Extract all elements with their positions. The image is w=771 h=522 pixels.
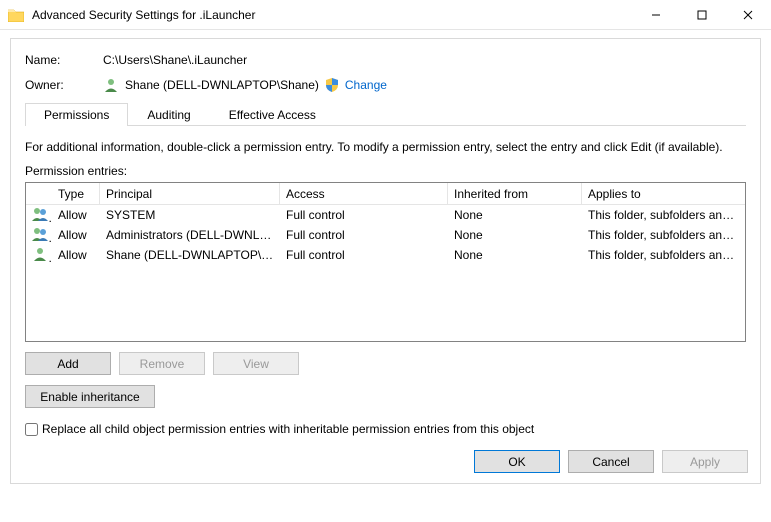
cell-principal: Shane (DELL-DWNLAPTOP\Sh... (100, 248, 280, 262)
titlebar: Advanced Security Settings for .iLaunche… (0, 0, 771, 30)
replace-child-checkbox[interactable] (25, 423, 38, 436)
dialog-body: Name: C:\Users\Shane\.iLauncher Owner: S… (10, 38, 761, 484)
cell-applies: This folder, subfolders and files (582, 228, 745, 242)
window-controls (633, 0, 771, 30)
folder-icon (8, 8, 24, 22)
add-button[interactable]: Add (25, 352, 111, 375)
cell-principal: SYSTEM (100, 208, 280, 222)
tab-permissions[interactable]: Permissions (25, 103, 128, 126)
cell-inherited: None (448, 248, 582, 262)
cell-type: Allow (52, 208, 100, 222)
info-text: For additional information, double-click… (25, 140, 746, 154)
grid-header: Type Principal Access Inherited from App… (26, 183, 745, 205)
table-row[interactable]: AllowSYSTEMFull controlNoneThis folder, … (26, 205, 745, 225)
col-applies[interactable]: Applies to (582, 183, 745, 204)
cell-principal: Administrators (DELL-DWNLA... (100, 228, 280, 242)
cell-inherited: None (448, 208, 582, 222)
group-icon (32, 206, 48, 222)
minimize-button[interactable] (633, 0, 679, 30)
apply-button: Apply (662, 450, 748, 473)
tabs: Permissions Auditing Effective Access (25, 103, 746, 126)
close-button[interactable] (725, 0, 771, 30)
table-row[interactable]: AllowAdministrators (DELL-DWNLA...Full c… (26, 225, 745, 245)
col-inherited[interactable]: Inherited from (448, 183, 582, 204)
name-label: Name: (25, 53, 103, 67)
replace-child-label[interactable]: Replace all child object permission entr… (42, 422, 534, 436)
cell-access: Full control (280, 208, 448, 222)
permission-entries-label: Permission entries: (25, 164, 746, 178)
cell-inherited: None (448, 228, 582, 242)
view-button: View (213, 352, 299, 375)
user-icon (32, 246, 48, 262)
ok-button[interactable]: OK (474, 450, 560, 473)
change-owner-link[interactable]: Change (345, 78, 387, 92)
cell-applies: This folder, subfolders and files (582, 248, 745, 262)
name-value: C:\Users\Shane\.iLauncher (103, 53, 247, 67)
remove-button: Remove (119, 352, 205, 375)
window-title: Advanced Security Settings for .iLaunche… (32, 8, 633, 22)
owner-value: Shane (DELL-DWNLAPTOP\Shane) (125, 78, 319, 92)
col-type[interactable]: Type (52, 183, 100, 204)
shield-icon (325, 78, 339, 92)
cell-access: Full control (280, 248, 448, 262)
user-icon (103, 77, 119, 93)
cell-type: Allow (52, 248, 100, 262)
maximize-button[interactable] (679, 0, 725, 30)
dialog-footer: OK Cancel Apply (474, 450, 748, 473)
col-principal[interactable]: Principal (100, 183, 280, 204)
cell-access: Full control (280, 228, 448, 242)
tab-effective-access[interactable]: Effective Access (210, 103, 335, 126)
cancel-button[interactable]: Cancel (568, 450, 654, 473)
col-access[interactable]: Access (280, 183, 448, 204)
table-row[interactable]: AllowShane (DELL-DWNLAPTOP\Sh...Full con… (26, 245, 745, 265)
permission-entries-grid[interactable]: Type Principal Access Inherited from App… (25, 182, 746, 342)
cell-type: Allow (52, 228, 100, 242)
tab-auditing[interactable]: Auditing (128, 103, 209, 126)
owner-label: Owner: (25, 78, 103, 92)
group-icon (32, 226, 48, 242)
enable-inheritance-button[interactable]: Enable inheritance (25, 385, 155, 408)
cell-applies: This folder, subfolders and files (582, 208, 745, 222)
